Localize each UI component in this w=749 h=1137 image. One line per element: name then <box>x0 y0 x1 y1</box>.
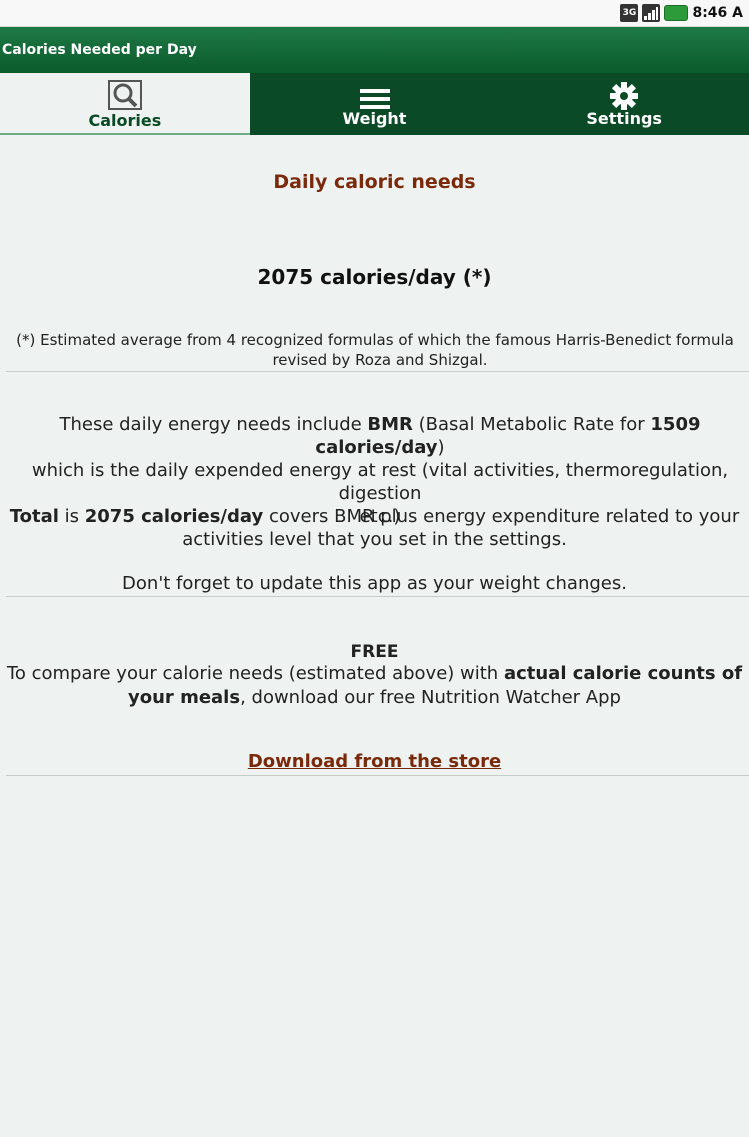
tab-weight[interactable]: Weight <box>250 73 500 135</box>
tab-calories[interactable]: Calories <box>0 73 250 135</box>
total-paragraph: Total is 2075 calories/day covers BMR pl… <box>0 505 749 551</box>
search-icon <box>107 79 142 110</box>
text: which is the daily expended energy at re… <box>31 460 729 504</box>
formula-note: (*) Estimated average from 4 recognized … <box>0 330 749 370</box>
calories-per-day: 2075 calories/day (*) <box>257 265 492 289</box>
reminder-text: Don't forget to update this app as your … <box>122 573 627 594</box>
gear-icon <box>610 81 639 110</box>
divider <box>6 596 749 597</box>
total-label: Total <box>9 506 59 527</box>
total-value: 2075 calories/day <box>84 506 264 527</box>
battery-icon <box>664 5 689 21</box>
note-line2: revised by Roza and Shizgal. <box>272 351 488 369</box>
text: actual calorie counts of <box>503 663 743 684</box>
free-title: FREE <box>350 642 399 662</box>
menu-icon <box>359 88 390 109</box>
text: To compare your calorie needs (estimated… <box>6 663 504 684</box>
signal-icon <box>642 4 661 22</box>
note-line1: (*) Estimated average from 4 recognized … <box>16 331 734 349</box>
download-link[interactable]: Download from the store <box>0 751 749 772</box>
tab-label: Calories <box>88 110 162 130</box>
divider <box>6 371 749 372</box>
page-heading: Daily caloric needs <box>273 171 476 193</box>
tab-label: Weight <box>342 108 407 128</box>
text: is <box>58 506 85 527</box>
text: (Basal Metabolic Rate for <box>412 414 651 435</box>
text: , download our free Nutrition Watcher Ap… <box>240 687 621 708</box>
app-title: Calories Needed per Day <box>2 42 197 58</box>
status-bar: 3G 8:46 A <box>0 0 749 27</box>
tab-settings[interactable]: Settings <box>499 73 749 135</box>
text: your meals <box>128 687 241 708</box>
text: covers BMR plus energy expenditure relat… <box>263 506 740 527</box>
app-title-bar: Calories Needed per Day <box>0 27 749 73</box>
tab-bar: Calories Weight Settings <box>0 73 749 135</box>
text: activities level that you set in the set… <box>182 529 567 550</box>
free-paragraph: To compare your calorie needs (estimated… <box>0 662 749 710</box>
network-3g-icon: 3G <box>620 4 639 22</box>
text: ) <box>437 437 445 458</box>
divider <box>6 775 749 776</box>
bmr-label: BMR <box>367 414 413 435</box>
tab-label: Settings <box>586 108 662 128</box>
status-time: 8:46 A <box>692 5 743 21</box>
text: These daily energy needs include <box>59 414 368 435</box>
